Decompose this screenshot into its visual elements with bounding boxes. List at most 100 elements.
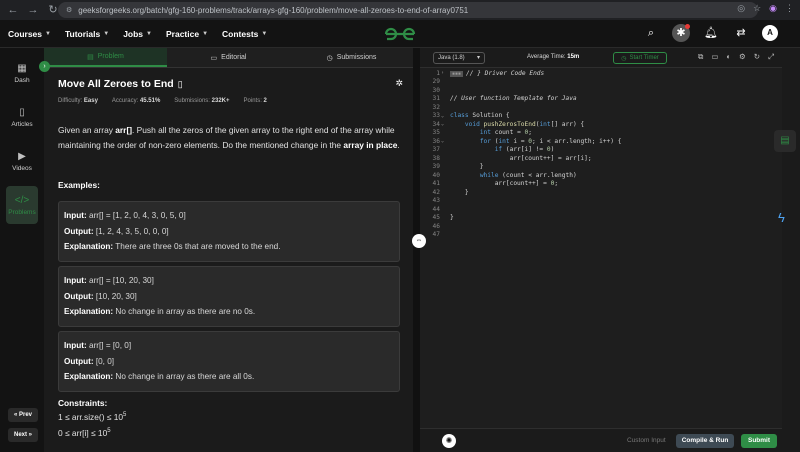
menu-tutorials[interactable]: Tutorials ▼ xyxy=(65,29,109,39)
tab-editorial[interactable]: ▭ Editorial xyxy=(167,48,290,67)
avatar[interactable]: A xyxy=(762,25,778,41)
editor-footer: ✺ Custom Input Compile & Run Submit xyxy=(420,428,782,452)
lightbulb-icon[interactable]: ✺ xyxy=(442,434,456,448)
example-output: Output: [0, 0] xyxy=(64,354,394,370)
menu-courses[interactable]: Courses ▼ xyxy=(8,29,51,39)
report-bug-icon[interactable]: ✲ xyxy=(395,78,403,89)
problem-tab-icon: ▤ xyxy=(87,53,94,61)
fold-arrow-icon[interactable]: ⌄ xyxy=(441,138,444,144)
settings-icon[interactable]: ✱ xyxy=(672,24,690,42)
gfg-logo[interactable] xyxy=(382,25,418,43)
explanation-label: Explanation: xyxy=(64,242,114,251)
example-output: Output: [10, 20, 30] xyxy=(64,289,394,305)
eye-off-icon[interactable]: ◎ xyxy=(737,3,745,14)
pane-divider[interactable] xyxy=(413,48,420,452)
file-icon[interactable]: ▭ xyxy=(711,52,718,62)
menu-practice[interactable]: Practice ▼ xyxy=(166,29,208,39)
problem-meta: Difficulty: Easy Accuracy: 45.51% Submis… xyxy=(58,98,267,104)
custom-input-button[interactable]: Custom Input xyxy=(627,437,666,444)
start-timer-button[interactable]: ◷ Start Timer xyxy=(613,52,667,64)
line-text: class Solution { xyxy=(450,112,510,120)
sidebar-item-videos[interactable]: ▶ Videos xyxy=(6,142,38,180)
fold-arrow-icon[interactable]: › xyxy=(441,70,444,76)
code-line: 37 if (arr[i] != 0) xyxy=(420,146,555,155)
problem-tabs: ▤ Problem ▭ Editorial ◷ Submissions xyxy=(44,48,413,68)
line-number: 39 xyxy=(432,163,440,171)
sidebar-item-dash[interactable]: ▦ Dash xyxy=(6,54,38,92)
example-explanation: Explanation: There are three 0s that are… xyxy=(64,239,394,255)
main-menu: Courses ▼ Tutorials ▼ Jobs ▼ Practice ▼ Cont… xyxy=(8,29,281,39)
explanation-value: There are three 0s that are moved to the… xyxy=(115,242,281,251)
chat-icon[interactable]: ▤ xyxy=(774,130,796,152)
accuracy-label: Accuracy: xyxy=(111,98,139,104)
constraint-line: 1 ≤ arr.size() ≤ 105 xyxy=(58,412,126,422)
expand-sidebar-button[interactable]: › xyxy=(39,61,50,72)
compile-run-button[interactable]: Compile & Run xyxy=(676,434,734,448)
language-select[interactable]: Java (1.8) ▾ xyxy=(433,51,485,64)
code-line: 35 int count = 0; xyxy=(420,129,532,138)
sidebar-item-articles[interactable]: ▯ Articles xyxy=(6,98,38,136)
menu-label: Jobs xyxy=(123,28,144,39)
browser-actions: ◎ ☆ ◉ ⋮ xyxy=(737,0,794,16)
constraints-heading: Constraints: xyxy=(58,398,108,408)
output-label: Output: xyxy=(64,291,94,301)
problem-description: Given an array arr[]. Push all the zeros… xyxy=(58,123,403,153)
back-icon[interactable]: ← xyxy=(6,3,20,17)
chevron-down-icon: ▾ xyxy=(476,55,480,61)
prev-button[interactable]: « Prev xyxy=(8,408,38,422)
forward-icon[interactable]: → xyxy=(26,3,40,17)
theme-icon[interactable]: ◐ xyxy=(726,52,731,62)
line-number: 33 xyxy=(432,112,440,120)
line-number: 31 xyxy=(432,95,440,103)
line-number: 34 xyxy=(432,120,440,128)
problem-title-row: Move All Zeroes to End ▯ xyxy=(58,78,183,90)
menu-label: Contests xyxy=(222,28,259,39)
code-line: 29 xyxy=(420,78,440,87)
submit-button[interactable]: Submit xyxy=(741,434,777,448)
tab-problem[interactable]: ▤ Problem xyxy=(44,48,167,67)
example-input: Input: arr[] = [0, 0] xyxy=(64,338,394,354)
settings-icon[interactable]: ⚙ xyxy=(739,52,746,62)
site-info-icon[interactable]: ⚙ xyxy=(66,6,72,14)
tab-submissions[interactable]: ◷ Submissions xyxy=(290,48,413,67)
bolt-icon[interactable]: ϟ xyxy=(778,210,785,225)
reset-icon[interactable]: ↻ xyxy=(754,52,760,62)
line-text: if (arr[i] != 0) xyxy=(494,146,555,154)
average-time: Average Time: 15m xyxy=(527,54,579,60)
code-line: 32 xyxy=(420,103,440,112)
menu-contests[interactable]: Contests ▼ xyxy=(222,29,267,39)
kebab-menu-icon[interactable]: ⋮ xyxy=(785,3,794,14)
chevron-down-icon: ▼ xyxy=(45,30,51,37)
input-label: Input: xyxy=(64,211,87,220)
copy-icon[interactable]: ⧉ xyxy=(698,52,703,62)
explanation-value: No change in array as there are all 0s. xyxy=(115,372,255,381)
next-button[interactable]: Next » xyxy=(8,428,38,442)
star-icon[interactable]: ☆ xyxy=(753,3,761,14)
timer-label: Start Timer xyxy=(629,55,659,61)
fullscreen-icon[interactable]: ⤢ xyxy=(768,52,774,62)
accuracy-value: 45.51% xyxy=(139,98,161,104)
description-inplace: array in place xyxy=(343,140,398,150)
bookmark-icon[interactable]: ▯ xyxy=(178,79,183,90)
code-area[interactable]: 1 › ▪▪▪// } Driver Code Ends 29 30 31 // Us… xyxy=(420,69,782,424)
profile-icon[interactable]: ◉ xyxy=(769,3,777,14)
code-line: 45} xyxy=(420,214,454,223)
address-bar[interactable]: ⚙ geeksforgeeks.org/batch/gfg-160-proble… xyxy=(58,2,758,18)
book-icon: ▯ xyxy=(19,106,25,118)
editorial-tab-icon: ▭ xyxy=(210,54,218,62)
translate-icon[interactable]: ⇄ xyxy=(732,24,750,42)
sidebar-item-problems[interactable]: </> Problems xyxy=(6,186,38,224)
fold-arrow-icon[interactable]: ⌄ xyxy=(441,113,444,119)
search-icon[interactable]: ⌕ xyxy=(642,24,660,42)
constraint-line: 0 ≤ arr[i] ≤ 105 xyxy=(58,428,111,438)
avg-time-value: 15m xyxy=(567,54,580,60)
folded-region-icon[interactable]: ▪▪▪ xyxy=(450,70,464,77)
resize-handle-icon[interactable]: ⇔ xyxy=(412,234,426,248)
sidebar-item-label: Articles xyxy=(11,120,33,128)
menu-jobs[interactable]: Jobs ▼ xyxy=(123,29,152,39)
bell-icon[interactable]: 🔔︎ xyxy=(702,24,720,42)
output-value: [0, 0] xyxy=(95,356,115,366)
line-number: 36 xyxy=(432,137,440,145)
fold-arrow-icon[interactable]: ⌄ xyxy=(441,121,444,127)
points-label: Points: xyxy=(243,98,262,104)
